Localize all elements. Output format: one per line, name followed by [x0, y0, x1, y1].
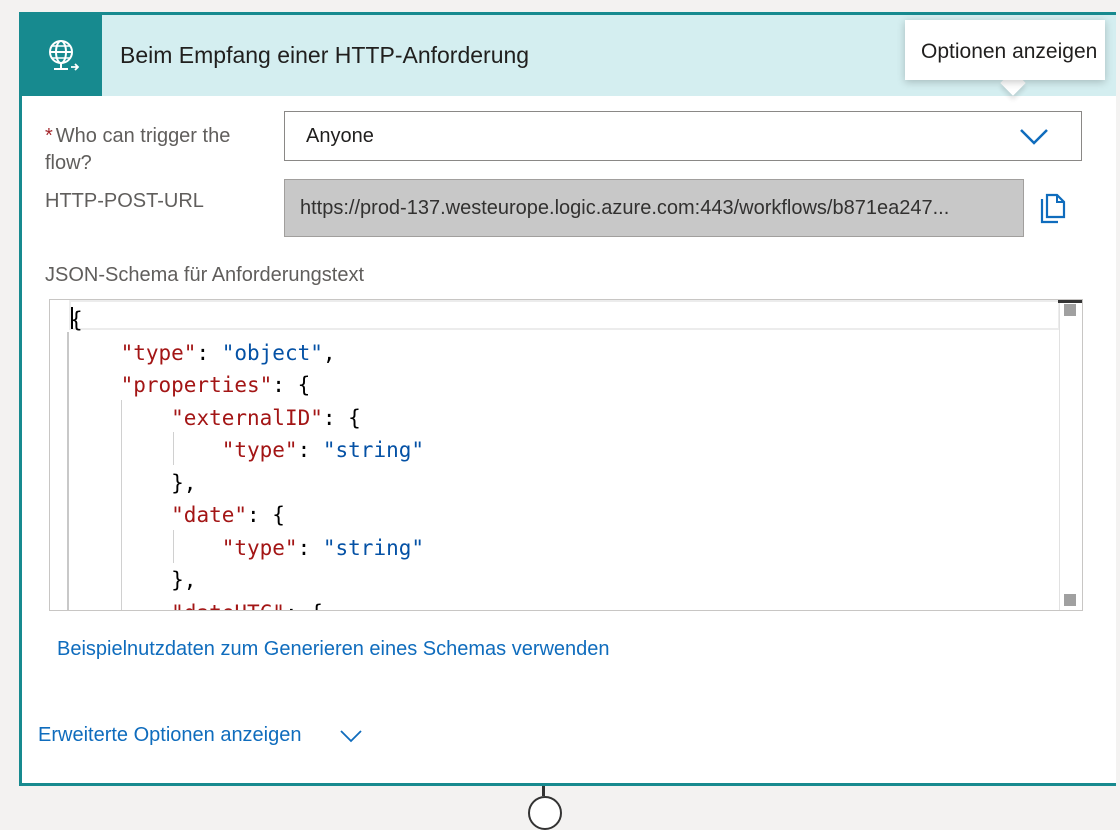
required-asterisk: *	[45, 125, 53, 147]
copy-icon	[1040, 193, 1066, 224]
add-step-button[interactable]	[528, 796, 562, 830]
json-key: "dateUTC"	[171, 601, 285, 611]
json-punctuation	[70, 373, 121, 397]
advanced-options-link[interactable]: Erweiterte Optionen anzeigen	[38, 724, 302, 746]
trigger-icon-box	[22, 15, 102, 96]
code-line: },	[70, 467, 424, 500]
code-line: "type": "string"	[70, 532, 424, 565]
scroll-up-marker[interactable]	[1064, 304, 1076, 316]
json-key: "externalID"	[171, 405, 323, 430]
code-line: "type": "string"	[70, 434, 424, 467]
json-punctuation	[70, 406, 171, 430]
json-punctuation: : {	[322, 405, 361, 430]
json-schema-label: JSON-Schema für Anforderungstext	[45, 264, 365, 286]
scroll-down-marker[interactable]	[1064, 594, 1076, 606]
who-can-trigger-text: Who can trigger the flow?	[45, 125, 231, 174]
json-punctuation: :	[196, 340, 222, 365]
json-punctuation: : {	[285, 601, 323, 611]
code-line: "properties": {	[70, 369, 424, 402]
dropdown-value: Anyone	[306, 125, 374, 147]
json-punctuation	[70, 341, 121, 365]
code-line: },	[70, 564, 424, 597]
http-post-url-field[interactable]: https://prod-137.westeurope.logic.azure.…	[284, 179, 1024, 237]
trigger-title: Beim Empfang einer HTTP-Anforderung	[120, 42, 530, 68]
code-line: "date": {	[70, 499, 424, 532]
json-punctuation: {	[70, 308, 83, 332]
chevron-down-icon[interactable]	[1019, 128, 1049, 146]
http-post-url-value: https://prod-137.westeurope.logic.azure.…	[300, 197, 950, 219]
who-can-trigger-label: * Who can trigger the flow?	[45, 123, 265, 177]
json-key: "type"	[120, 340, 197, 365]
json-key: "properties"	[120, 373, 273, 397]
json-punctuation: },	[70, 470, 197, 495]
json-punctuation: : {	[247, 503, 285, 527]
copy-url-button[interactable]	[1038, 193, 1068, 230]
tooltip: Optionen anzeigen	[905, 20, 1105, 80]
trigger-card: Beim Empfang einer HTTP-Anforderung * Who…	[19, 12, 1116, 786]
json-string: "string"	[322, 535, 425, 560]
json-key: "date"	[171, 503, 248, 527]
http-post-url-label: HTTP-POST-URL	[45, 190, 204, 212]
code-line: "dateUTC": {	[70, 597, 424, 611]
editor-scrollbar[interactable]	[1058, 300, 1082, 610]
json-string: "object"	[221, 340, 323, 365]
json-punctuation: :	[297, 535, 323, 560]
json-punctuation: },	[70, 568, 197, 592]
scrollbar-top-edge	[1058, 300, 1082, 303]
json-punctuation	[70, 536, 222, 560]
json-punctuation: ,	[322, 340, 336, 365]
json-key: "type"	[221, 535, 298, 560]
code-content: { "type": "object", "properties": { "ext…	[70, 304, 424, 611]
chevron-down-icon	[340, 730, 362, 743]
code-line: "externalID": {	[70, 402, 424, 435]
json-key: "type"	[221, 438, 298, 462]
json-punctuation	[70, 503, 171, 527]
code-line: "type": "object",	[70, 337, 424, 370]
who-can-trigger-dropdown[interactable]: Anyone	[284, 111, 1082, 161]
sample-payload-link[interactable]: Beispielnutzdaten zum Generieren eines S…	[57, 638, 610, 661]
json-punctuation	[70, 438, 222, 462]
code-line: {	[70, 304, 424, 337]
flow-connector	[542, 786, 545, 796]
json-schema-editor[interactable]: { "type": "object", "properties": { "ext…	[49, 299, 1083, 611]
json-string: "string"	[322, 438, 425, 462]
editor-gutter	[67, 332, 69, 610]
json-punctuation	[70, 601, 171, 611]
globe-network-icon	[49, 40, 80, 71]
advanced-options-toggle[interactable]: Erweiterte Optionen anzeigen	[38, 724, 362, 747]
tooltip-text: Optionen anzeigen	[921, 40, 1098, 63]
json-punctuation: :	[297, 438, 323, 462]
json-punctuation: : {	[272, 373, 311, 397]
